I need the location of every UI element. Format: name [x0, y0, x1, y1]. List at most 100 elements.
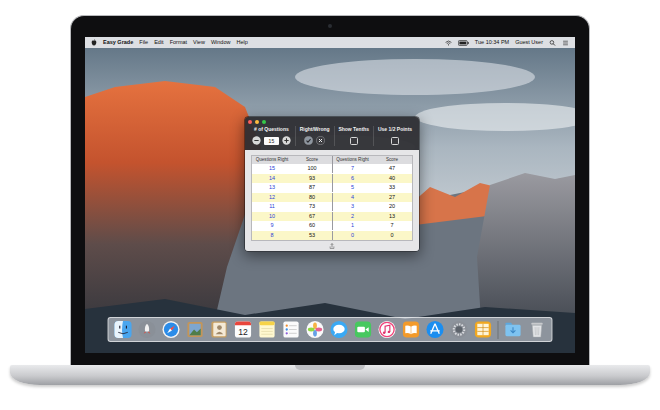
table-cell: 6: [332, 174, 372, 183]
table-row[interactable]: 15100747: [252, 164, 412, 174]
launchpad-icon[interactable]: [138, 320, 157, 339]
downloads-icon[interactable]: [504, 320, 523, 339]
safari-icon[interactable]: [162, 320, 181, 339]
column-header[interactable]: Score: [372, 156, 412, 164]
menu-item[interactable]: View: [193, 37, 205, 48]
trash-icon[interactable]: [528, 320, 547, 339]
table-cell: 53: [292, 231, 332, 240]
questions-label: # of Questions: [254, 126, 289, 132]
score-table: Questions RightScoreQuestions RightScore…: [251, 155, 413, 241]
clock[interactable]: Tue 10:34 PM: [475, 37, 509, 48]
laptop-bezel: Easy Grade File Edit Format View Window Help Tu…: [70, 15, 590, 365]
table-cell: 80: [292, 193, 332, 202]
show-tenths-checkbox[interactable]: [350, 137, 358, 145]
questions-group: # of Questions 15: [248, 126, 296, 146]
table-cell: 47: [372, 164, 412, 173]
table-cell: 93: [292, 174, 332, 183]
photos-icon[interactable]: [306, 320, 325, 339]
table-row[interactable]: 1067213: [252, 212, 412, 222]
dock: 12: [108, 317, 553, 342]
table-row[interactable]: 1387533: [252, 183, 412, 193]
table-row[interactable]: 85300: [252, 231, 412, 241]
notes-icon[interactable]: [258, 320, 277, 339]
battery-icon[interactable]: [458, 40, 469, 46]
search-icon[interactable]: [549, 40, 556, 46]
zoom-button[interactable]: [262, 120, 266, 124]
half-points-group: Use 1/2 Points: [374, 126, 416, 146]
menu-item[interactable]: Edit: [154, 37, 163, 48]
plus-icon[interactable]: [282, 136, 291, 145]
wifi-icon[interactable]: [445, 40, 452, 46]
minimize-button[interactable]: [255, 120, 259, 124]
table-row[interactable]: 1493640: [252, 174, 412, 184]
table-cell: 7: [332, 164, 372, 173]
itunes-icon[interactable]: [378, 320, 397, 339]
table-cell: 0: [372, 231, 412, 240]
facetime-icon[interactable]: [354, 320, 373, 339]
table-cell: 27: [372, 193, 412, 202]
table-cell: 73: [292, 202, 332, 211]
menu-item[interactable]: File: [139, 37, 148, 48]
notification-list-icon[interactable]: [562, 40, 569, 46]
table-cell: 33: [372, 183, 412, 192]
laptop-base: [10, 365, 650, 385]
menu-item[interactable]: Format: [170, 37, 187, 48]
check-icon[interactable]: [304, 136, 313, 145]
window-footer: [251, 241, 413, 251]
table-cell: 11: [252, 202, 292, 211]
app-window[interactable]: # of Questions15Right/WrongShow TenthsUs…: [244, 116, 420, 252]
reminders-icon[interactable]: [282, 320, 301, 339]
table-cell: 13: [252, 183, 292, 192]
close-button[interactable]: [248, 120, 252, 124]
user-menu[interactable]: Guest User: [515, 37, 543, 48]
right-wrong-group: Right/Wrong: [296, 126, 335, 146]
ibooks-icon[interactable]: [402, 320, 421, 339]
base-notch: [295, 365, 365, 370]
table-cell: 13: [372, 212, 412, 221]
table-cell: 10: [252, 212, 292, 221]
table-row[interactable]: 1173320: [252, 202, 412, 212]
table-row[interactable]: 96017: [252, 221, 412, 231]
camera-icon: [328, 24, 332, 28]
calendar-icon[interactable]: 12: [234, 320, 253, 339]
app-store-icon[interactable]: [426, 320, 445, 339]
table-cell: 9: [252, 221, 292, 230]
questions-field[interactable]: 15: [264, 137, 279, 145]
table-cell: 15: [252, 164, 292, 173]
easy-grade-icon[interactable]: [474, 320, 493, 339]
half-points-label: Use 1/2 Points: [378, 126, 412, 132]
table-cell: 1: [332, 221, 372, 230]
table-cell: 14: [252, 174, 292, 183]
screen: Easy Grade File Edit Format View Window Help Tu…: [85, 37, 575, 353]
menu-item[interactable]: Window: [211, 37, 231, 48]
table-cell: 2: [332, 212, 372, 221]
toolbar: # of Questions 15 Right/Wrong Show Tenths Us…: [245, 117, 419, 150]
finder-icon[interactable]: [114, 320, 133, 339]
table-cell: 87: [292, 183, 332, 192]
minus-icon[interactable]: [252, 136, 261, 145]
dock-separator: [498, 321, 499, 339]
status-area: Tue 10:34 PM Guest User: [445, 37, 569, 48]
half-points-checkbox[interactable]: [391, 137, 399, 145]
messages-icon[interactable]: [330, 320, 349, 339]
menu-bar: Easy Grade File Edit Format View Window Help Tu…: [85, 37, 575, 48]
app-menu[interactable]: Easy Grade: [103, 37, 133, 48]
table-cell: 12: [252, 193, 292, 202]
right-wrong-label: Right/Wrong: [300, 126, 330, 132]
show-tenths-label: Show Tenths: [338, 126, 369, 132]
table-cell: 60: [292, 221, 332, 230]
table-cell: 20: [372, 202, 412, 211]
apple-icon[interactable]: [91, 39, 97, 46]
show-tenths-group: Show Tenths: [335, 126, 375, 146]
preferences-icon[interactable]: [450, 320, 469, 339]
contacts-icon[interactable]: [210, 320, 229, 339]
column-header[interactable]: Questions Right: [332, 156, 372, 164]
table-cell: 5: [332, 183, 372, 192]
column-header[interactable]: Score: [292, 156, 332, 164]
table-row[interactable]: 1280427: [252, 193, 412, 203]
menu-item[interactable]: Help: [236, 37, 247, 48]
cross-icon[interactable]: [316, 136, 325, 145]
share-icon[interactable]: [329, 243, 335, 249]
preview-icon[interactable]: [186, 320, 205, 339]
column-header[interactable]: Questions Right: [252, 156, 292, 164]
